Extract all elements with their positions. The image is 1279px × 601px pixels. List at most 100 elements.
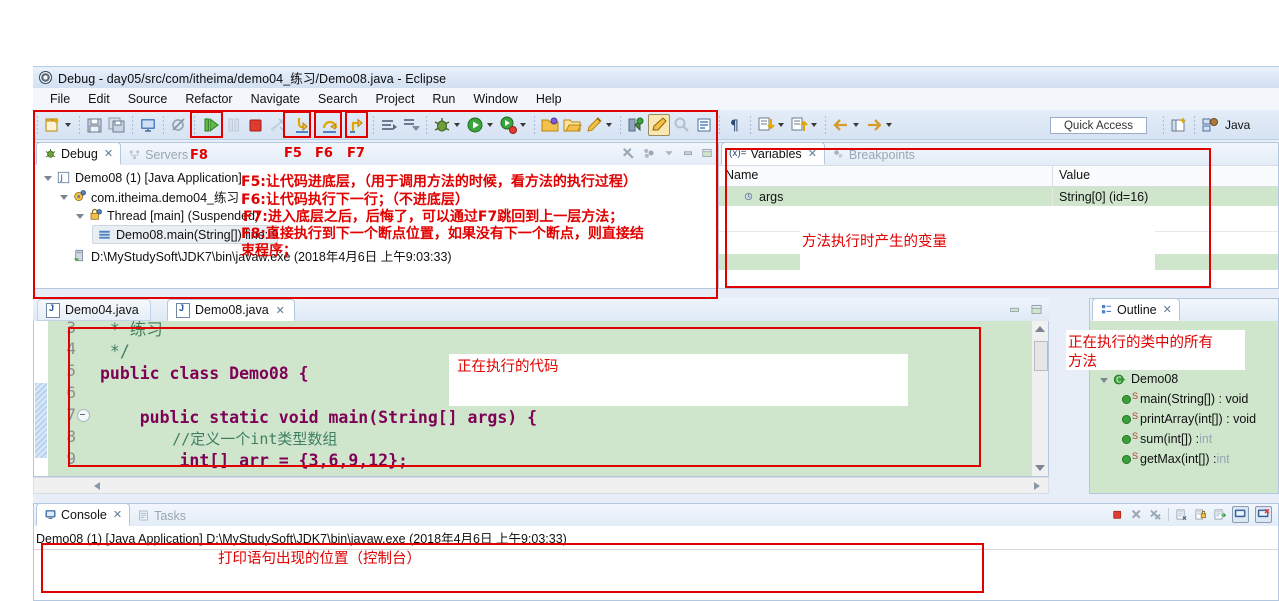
remove-all-terminated-icon[interactable] [621,146,635,160]
toggle-mark-occurrences-icon[interactable] [648,113,670,136]
scroll-left-arrow-icon[interactable] [94,482,100,490]
close-icon[interactable]: ✕ [104,147,113,160]
new-java-project-icon[interactable] [540,115,560,135]
display-selected-console-icon[interactable] [1232,506,1249,523]
expand-arrow-icon[interactable] [44,173,53,182]
show-whitespace-icon[interactable] [694,115,714,135]
outline-item[interactable]: S main(String[]) : void [1090,389,1278,409]
breakpoint-ruler[interactable] [34,321,48,476]
instruction-stepping-icon[interactable] [379,115,399,135]
maximize-editor-icon[interactable] [1030,303,1043,316]
outline-item[interactable]: S getMax(int[]) : int [1090,449,1278,469]
step-into-icon[interactable] [293,115,313,135]
tab-servers[interactable]: Servers [121,144,195,165]
editor-vertical-scrollbar[interactable] [1031,321,1048,476]
editor-tab-demo08[interactable]: Demo08.java ✕ [167,299,295,321]
forward-dropdown-caret[interactable] [886,122,892,127]
back-icon[interactable] [831,115,851,135]
menu-item-edit[interactable]: Edit [79,90,119,108]
debug-icon[interactable] [432,115,452,135]
debug-dropdown-caret[interactable] [454,122,460,127]
coverage-icon[interactable] [498,115,518,135]
menu-item-help[interactable]: Help [527,90,571,108]
maximize-view-icon[interactable] [701,147,713,159]
coverage-dropdown-caret[interactable] [520,122,526,127]
previous-annotation-icon[interactable] [789,115,809,135]
menu-item-search[interactable]: Search [309,90,367,108]
console-display-icon[interactable] [138,115,158,135]
drop-to-frame-icon[interactable] [401,115,421,135]
tab-outline[interactable]: Outline ✕ [1092,298,1180,321]
expand-arrow-icon[interactable] [1100,375,1109,384]
tab-breakpoints[interactable]: Breakpoints [825,144,922,165]
scroll-right-arrow-icon[interactable] [1034,482,1040,490]
editor-window-buttons[interactable] [1008,303,1043,316]
main-toolbar[interactable]: ¶ Quick Access Java [33,110,1279,140]
external-tools-icon[interactable] [626,115,646,135]
console-view-tabbar[interactable]: Console ✕ Tasks [34,503,1278,526]
perspective-bar[interactable]: Java [1159,113,1250,137]
scroll-up-arrow-icon[interactable] [1035,326,1045,332]
scroll-lock-icon[interactable] [1194,508,1207,521]
close-icon[interactable]: ✕ [276,304,285,317]
forward-icon[interactable] [864,115,884,135]
tree-item[interactable]: D:\MyStudySoft\JDK7\bin\javaw.exe (2018年… [34,246,717,265]
menu-item-source[interactable]: Source [119,90,177,108]
new-wizard-dropdown-caret[interactable] [65,122,71,127]
terminate-icon[interactable] [1111,508,1124,521]
table-row[interactable]: args String[0] (id=16) [719,187,1278,206]
open-console-icon[interactable] [1255,506,1272,523]
tab-debug[interactable]: Debug ✕ [36,142,122,165]
menu-item-navigate[interactable]: Navigate [242,90,309,108]
minimize-editor-icon[interactable] [1008,303,1021,316]
new-wizard-icon[interactable] [43,115,63,135]
scrollbar-thumb[interactable] [1034,341,1048,371]
run-icon[interactable] [465,115,485,135]
pin-console-icon[interactable] [1213,508,1226,521]
pilcrow-icon[interactable]: ¶ [725,115,745,135]
java-perspective-icon[interactable] [1200,115,1220,135]
debug-view-tabbar[interactable]: Debug ✕ Servers [34,142,717,165]
quick-access-input[interactable]: Quick Access [1050,117,1147,134]
outline-item[interactable]: C Demo08 [1090,369,1278,389]
pencil-dropdown-caret[interactable] [606,122,612,127]
previous-annotation-caret[interactable] [811,122,817,127]
editor-tabbar[interactable]: Demo04.java Demo08.java ✕ [33,298,1049,321]
resume-icon[interactable] [202,115,222,135]
variables-view-tabbar[interactable]: (x)= Variables ✕ Breakpoints [719,142,1278,165]
scroll-down-arrow-icon[interactable] [1035,465,1045,471]
next-annotation-caret[interactable] [778,122,784,127]
close-icon[interactable]: ✕ [1163,303,1172,316]
save-icon[interactable] [85,115,105,135]
tab-console[interactable]: Console ✕ [36,503,131,526]
view-menu-dots-icon[interactable] [642,146,656,160]
fold-collapse-icon[interactable] [77,409,90,422]
remove-launch-icon[interactable] [1130,508,1143,521]
step-over-icon[interactable] [320,115,340,135]
menu-item-window[interactable]: Window [464,90,526,108]
terminate-icon[interactable] [246,115,266,135]
menu-item-refactor[interactable]: Refactor [176,90,241,108]
tab-variables[interactable]: (x)= Variables ✕ [721,142,825,165]
menu-item-run[interactable]: Run [423,90,464,108]
pencil-icon[interactable] [584,115,604,135]
minimize-view-icon[interactable] [682,147,694,159]
menu-bar[interactable]: File Edit Source Refactor Navigate Searc… [33,88,1279,110]
step-return-icon[interactable] [348,115,368,135]
console-toolbar[interactable] [1111,506,1272,523]
editor-tab-demo04[interactable]: Demo04.java [37,299,151,321]
save-all-icon[interactable] [107,115,127,135]
next-annotation-icon[interactable] [756,115,776,135]
skip-all-breakpoints-icon[interactable] [169,115,189,135]
back-dropdown-caret[interactable] [853,122,859,127]
run-dropdown-caret[interactable] [487,122,493,127]
clear-console-icon[interactable] [1175,508,1188,521]
outline-item[interactable]: S printArray(int[]) : void [1090,409,1278,429]
expand-arrow-icon[interactable] [76,211,85,220]
view-menu-chevron-down-icon[interactable] [663,147,675,159]
remove-all-launches-icon[interactable] [1149,508,1162,521]
open-package-icon[interactable] [562,115,582,135]
debug-view-toolbar[interactable] [621,146,713,160]
tab-tasks[interactable]: Tasks [130,505,193,526]
outline-item[interactable]: S sum(int[]) : int [1090,429,1278,449]
